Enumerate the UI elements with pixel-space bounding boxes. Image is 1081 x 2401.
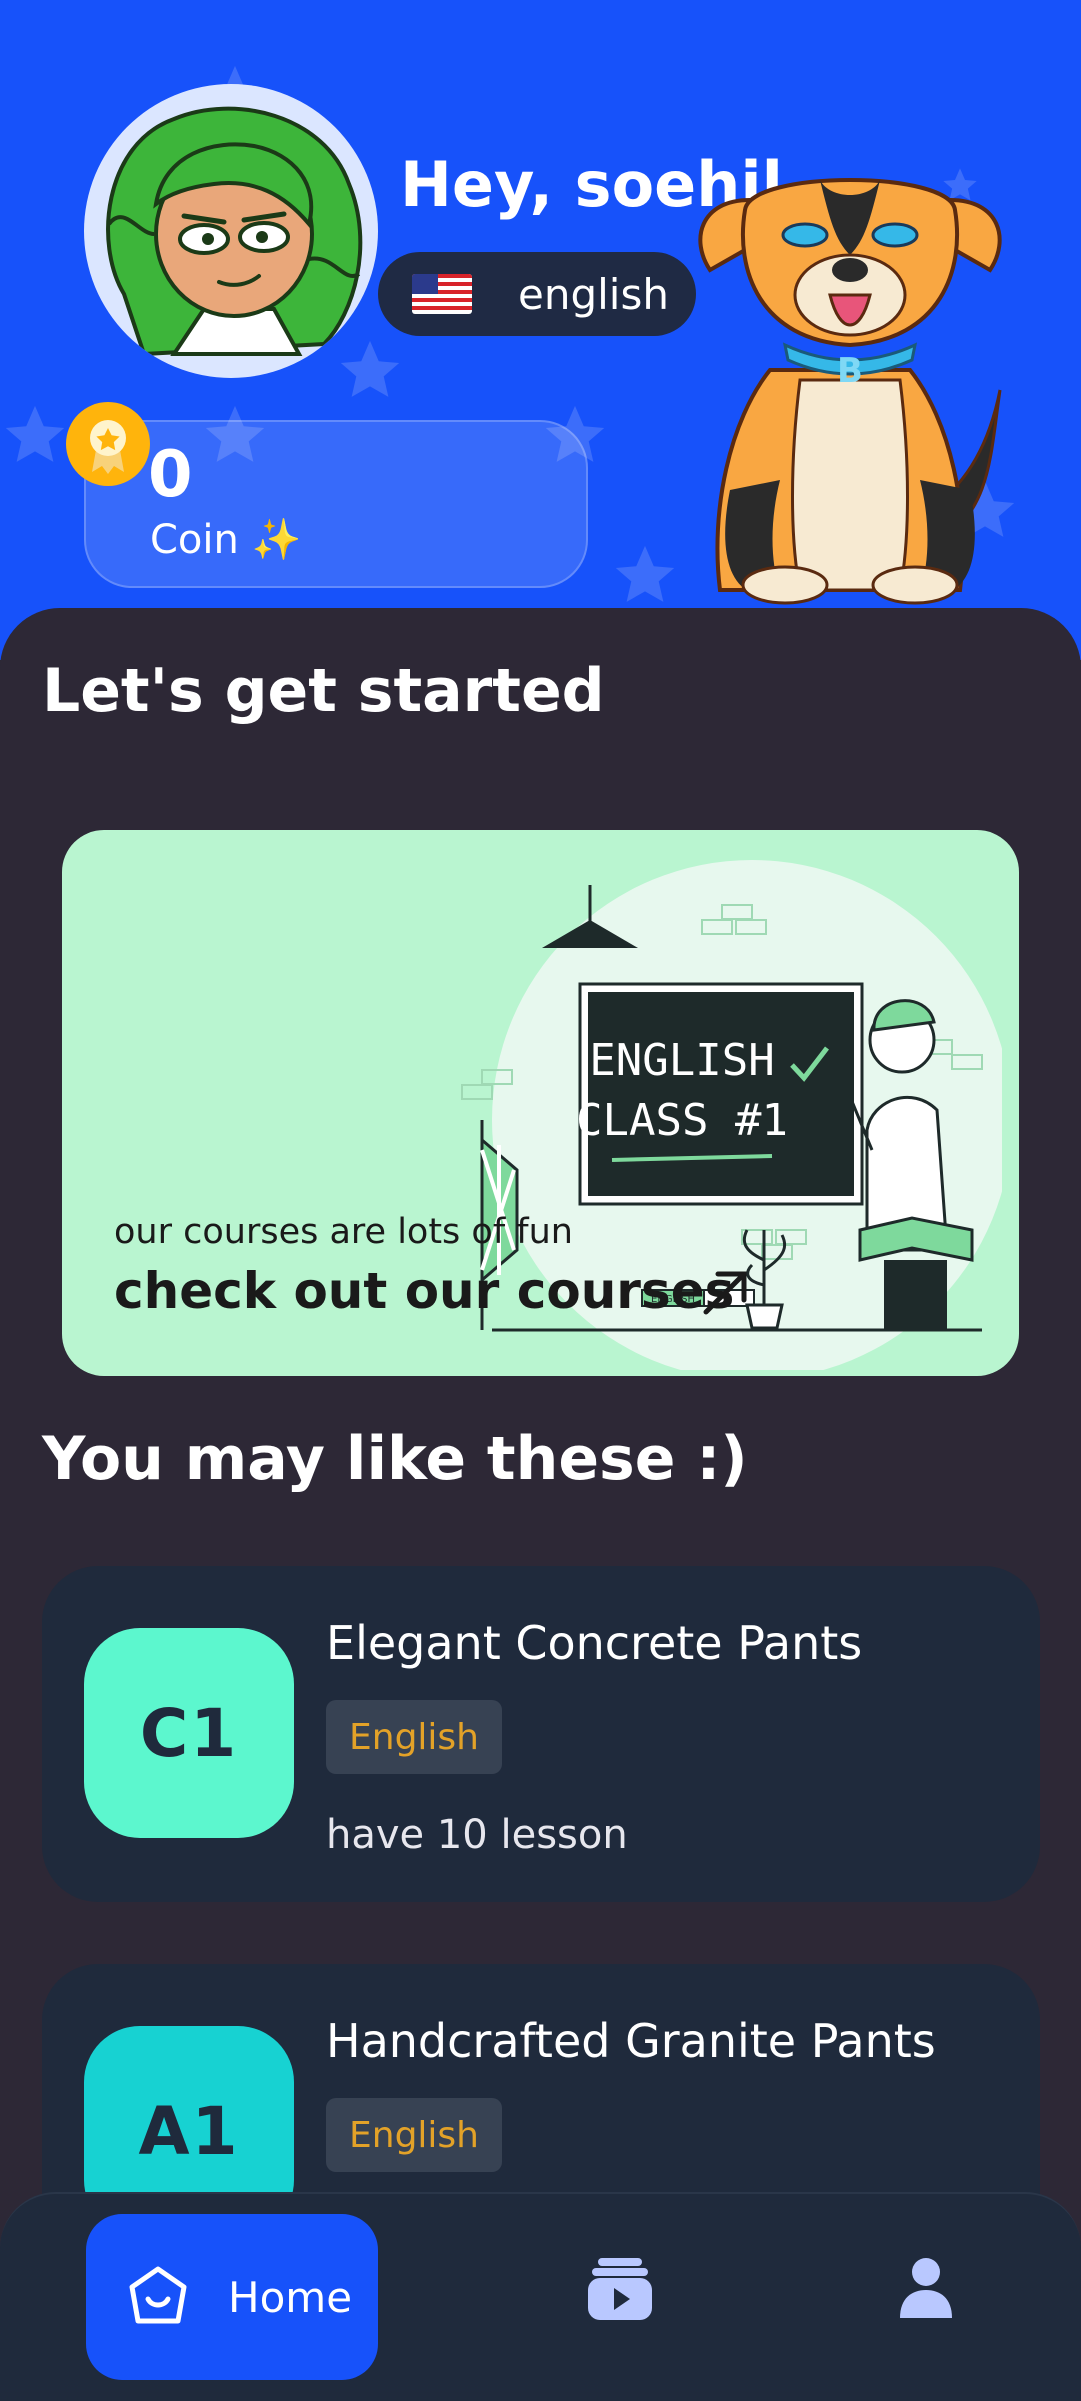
course-card[interactable]: C1 Elegant Concrete Pants English have 1…: [42, 1566, 1040, 1902]
language-selector[interactable]: english: [378, 252, 696, 336]
board-line-1: ENGLISH: [589, 1035, 774, 1086]
promo-subtitle: our courses are lots of fun: [114, 1212, 573, 1252]
nav-home-label: Home: [228, 2272, 353, 2322]
section-title-you-may-like: You may like these :): [42, 1424, 748, 1494]
dog-mascot-illustration: B: [698, 178, 1002, 605]
courses-promo-card[interactable]: ENGLISH CLASS #1 ENGLISH our courses are…: [62, 830, 1019, 1376]
course-language-tag: English: [326, 2098, 502, 2172]
coin-count: 0: [148, 438, 193, 512]
star-decoration: [340, 340, 400, 397]
star-decoration: [5, 405, 65, 462]
coin-label: Coin ✨: [150, 517, 302, 563]
medal-icon: [66, 402, 150, 486]
section-title-get-started: Let's get started: [42, 656, 605, 726]
svg-text:B: B: [837, 351, 863, 391]
profile-icon[interactable]: [890, 2252, 962, 2324]
promo-title: check out our courses: [114, 1262, 735, 1320]
arrow-up-right-icon[interactable]: [698, 1264, 754, 1320]
course-lesson-count: have 10 lesson: [326, 1812, 628, 1858]
language-label: english: [518, 269, 669, 319]
board-line-2: CLASS #1: [576, 1095, 788, 1146]
course-language-tag: English: [326, 1700, 502, 1774]
course-title: Elegant Concrete Pants: [326, 1616, 863, 1670]
course-level-badge: C1: [84, 1628, 294, 1838]
course-title: Handcrafted Granite Pants: [326, 2014, 936, 2068]
user-avatar[interactable]: [84, 84, 378, 378]
home-icon: [129, 2266, 187, 2324]
nav-home-tab[interactable]: Home: [86, 2214, 378, 2380]
profile-header: Hey, soehil english 0 Coin ✨ B: [0, 0, 1081, 660]
us-flag-icon: [412, 274, 472, 314]
bottom-navigation: Home: [0, 2192, 1081, 2401]
star-decoration: [615, 545, 675, 602]
video-library-icon[interactable]: [584, 2252, 656, 2324]
